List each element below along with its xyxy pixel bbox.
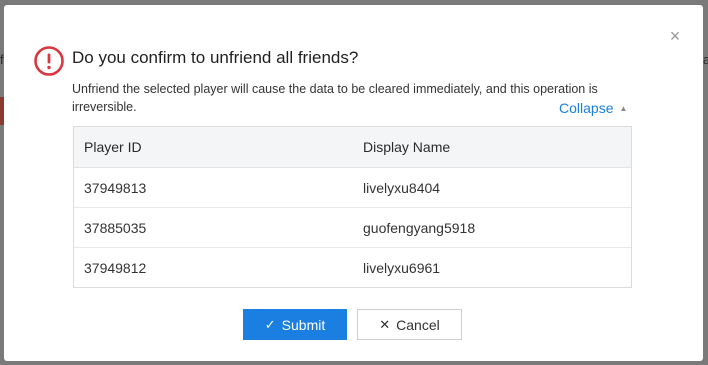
caret-up-icon: ▲ (619, 104, 628, 113)
confirm-dialog: × Do you confirm to unfriend all friends… (4, 5, 703, 361)
table-row: 37949812 livelyxu6961 (74, 248, 631, 288)
player-id-cell: 37885035 (84, 219, 147, 236)
players-table: Player ID Display Name 37949813 livelyxu… (73, 126, 632, 288)
display-name-cell: livelyxu8404 (363, 179, 441, 196)
dialog-title: Do you confirm to unfriend all friends? (72, 48, 359, 67)
warning-icon (34, 46, 64, 76)
cancel-button[interactable]: ✕ Cancel (357, 309, 462, 340)
dialog-description: Unfriend the selected player will cause … (72, 82, 598, 114)
close-x-icon: ✕ (379, 316, 391, 332)
display-name-cell: guofengyang5918 (363, 219, 476, 236)
collapse-toggle[interactable]: Collapse ▲ (559, 100, 627, 116)
submit-button[interactable]: ✓ Submit (243, 309, 347, 340)
submit-label: Submit (281, 316, 326, 333)
player-id-cell: 37949812 (84, 260, 147, 276)
collapse-label: Collapse (559, 100, 614, 116)
table-row: 37949813 livelyxu8404 (74, 168, 631, 208)
display-name-cell: livelyxu6961 (363, 260, 441, 276)
table-row: 37885035 guofengyang5918 (74, 208, 631, 248)
background-text-fragment: a (703, 52, 708, 67)
close-icon[interactable]: × (666, 27, 684, 45)
cancel-label: Cancel (396, 316, 440, 333)
column-header-display-name: Display Name (363, 139, 451, 155)
check-icon: ✓ (264, 316, 276, 332)
player-id-cell: 37949813 (84, 179, 147, 196)
table-header: Player ID Display Name (74, 127, 631, 168)
column-header-player-id: Player ID (84, 139, 142, 155)
